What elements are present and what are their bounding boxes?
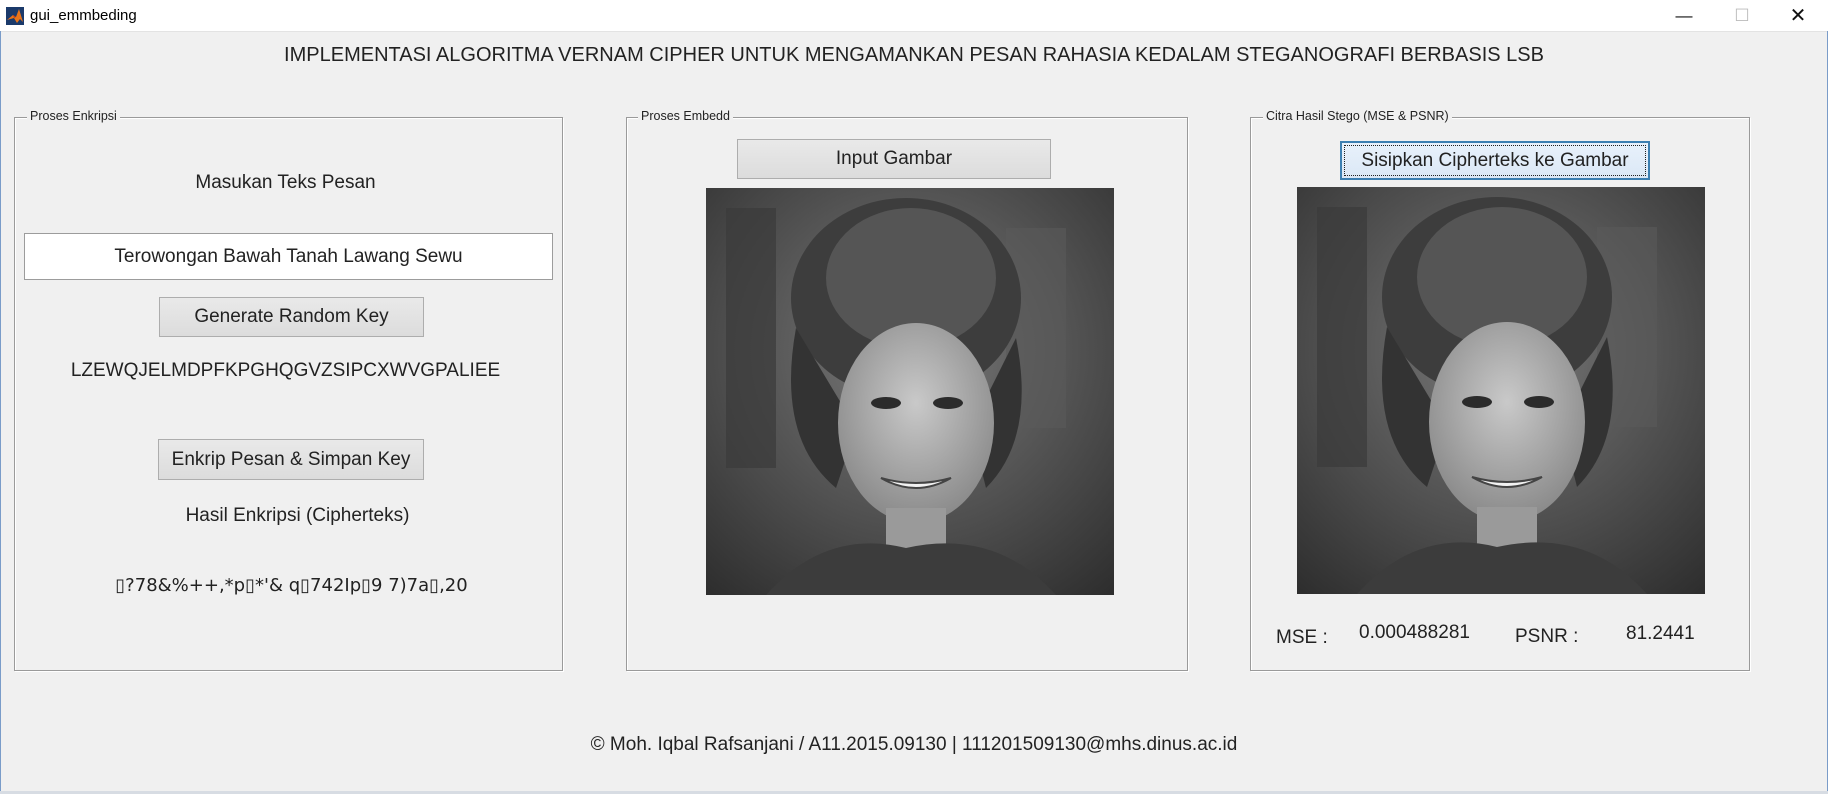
window-title: gui_emmbeding <box>30 7 137 24</box>
window-titlebar: gui_emmbeding — ☐ ✕ <box>0 0 1828 32</box>
matlab-app-icon <box>6 7 24 25</box>
encrypt-button[interactable]: Enkrip Pesan & Simpan Key <box>158 439 424 480</box>
key-value: LZEWQJELMDPFKPGHQGVZSIPCXWVGPALIEE <box>70 360 501 381</box>
psnr-label: PSNR : <box>1515 626 1579 647</box>
embed-cipher-button[interactable]: Sisipkan Cipherteks ke Gambar <box>1340 141 1650 180</box>
psnr-value: 81.2441 <box>1626 623 1695 644</box>
minimize-icon: — <box>1675 5 1693 25</box>
stego-image <box>1297 187 1705 594</box>
generate-key-button[interactable]: Generate Random Key <box>159 297 424 337</box>
input-image-button[interactable]: Input Gambar <box>737 139 1051 179</box>
portrait-photo-icon <box>1297 187 1705 594</box>
window-frame-left <box>0 31 1 794</box>
page-title: IMPLEMENTASI ALGORITMA VERNAM CIPHER UNT… <box>284 44 1544 66</box>
portrait-photo-icon <box>706 188 1114 595</box>
encrypt-panel-title: Proses Enkripsi <box>27 109 120 123</box>
stego-panel-title: Citra Hasil Stego (MSE & PSNR) <box>1263 109 1452 123</box>
maximize-icon: ☐ <box>1734 5 1750 25</box>
footer-credit: © Moh. Iqbal Rafsanjani / A11.2015.09130… <box>590 734 1238 755</box>
message-label: Masukan Teks Pesan <box>195 172 376 193</box>
maximize-button[interactable]: ☐ <box>1716 0 1768 31</box>
embed-panel-title: Proses Embedd <box>638 109 733 123</box>
mse-label: MSE : <box>1276 627 1328 648</box>
mse-value: 0.000488281 <box>1359 622 1470 643</box>
message-input[interactable] <box>24 233 553 280</box>
cover-image <box>706 188 1114 595</box>
ciphertext-label: Hasil Enkripsi (Cipherteks) <box>185 505 410 526</box>
minimize-button[interactable]: — <box>1658 0 1710 31</box>
close-icon: ✕ <box>1789 5 1807 27</box>
close-button[interactable]: ✕ <box>1772 0 1824 31</box>
ciphertext-value: ▯?78&%++,*p▯*'& q▯742Ip▯9 7)7a▯,20 <box>115 575 468 596</box>
